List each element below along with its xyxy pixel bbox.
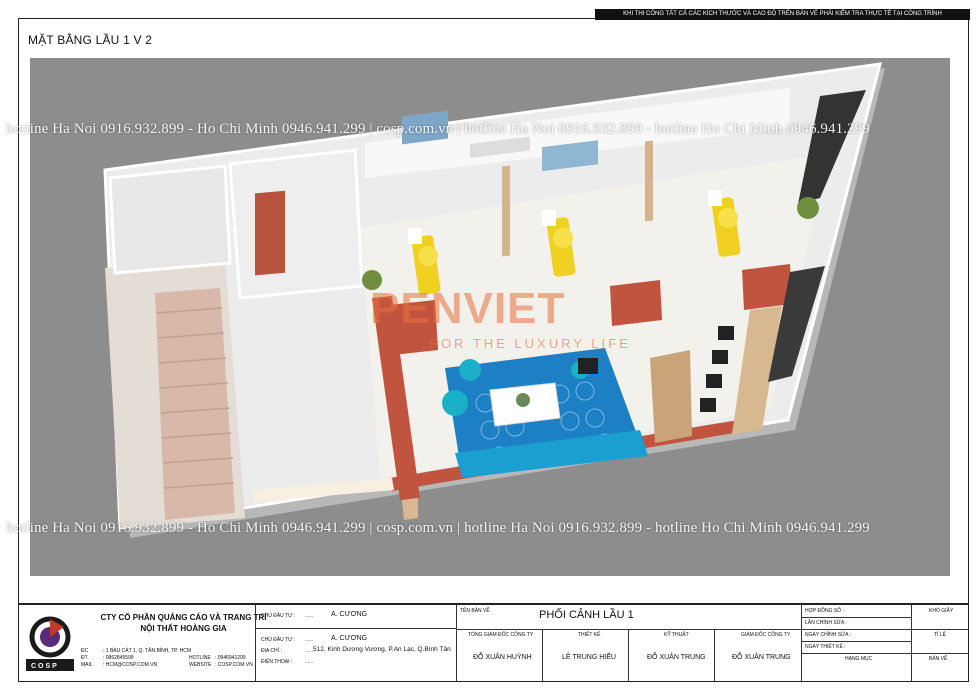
owner-label: CHỦ ĐẦU TƯ : <box>261 637 296 643</box>
contract-label: HỢP ĐỒNG SỐ : <box>805 608 844 614</box>
drawing-name-label: TÊN BẢN VẼ <box>460 608 490 614</box>
role-name-3: ĐỖ XUÂN TRUNG <box>647 654 706 661</box>
plant-1 <box>362 270 382 290</box>
plant-2 <box>797 197 819 219</box>
category-label: HẠNG MỤC <box>845 656 873 662</box>
role-name-4: ĐỖ XUÂN TRUNG <box>732 654 791 661</box>
waiting-chair-2 <box>712 350 728 364</box>
logo-text: COSP <box>31 663 59 670</box>
address-value: : 1 BÀU CÁT 1, Q. TÂN BÌNH, TP. HCM <box>103 648 191 654</box>
lounge-chair <box>578 358 598 374</box>
role-name-1: ĐỖ XUÂN HUỲNH <box>473 654 532 661</box>
website-value: : COSP.COM.VN <box>215 662 253 668</box>
door-frame <box>402 498 418 520</box>
revision-date-label: NGÀY CHỈNH SỬA : <box>805 632 852 638</box>
investor-name: A. CƯƠNG <box>331 611 368 618</box>
location-label: ĐỊA CHỈ : <box>261 648 282 654</box>
role-label-4: GIÁM ĐỐC CÔNG TY <box>741 632 791 638</box>
hotline-value: : 0946941299 <box>215 655 246 661</box>
role-label-1: TỔNG GIÁM ĐỐC CÔNG TY <box>468 632 534 638</box>
phone-label: ĐIỆN THOẠI : <box>261 659 293 665</box>
scale-label: TỈ LỆ <box>934 632 946 638</box>
design-date-label: NGÀY THIẾT KẾ : <box>805 644 846 650</box>
counter-1 <box>380 300 438 356</box>
hotline-watermark-bottom: hotline Ha Noi 0916.932.899 - Ho Chi Min… <box>6 520 870 536</box>
role-label-3: KỸ THUẬT <box>664 632 689 638</box>
basin-1 <box>408 228 422 244</box>
drawing-sheet: KHI THI CÔNG TẤT CẢ CÁC KÍCH THƯỚC VÀ CA… <box>0 0 980 693</box>
pouf-2 <box>459 359 481 381</box>
tel-value: : 0862845599 <box>103 655 134 661</box>
revision-label: LẦN CHỈNH SỬA : <box>805 620 847 626</box>
drawing-title: MẶT BẰNG LẦU 1 V 2 <box>28 33 153 47</box>
divider <box>255 605 256 681</box>
counter-2 <box>610 280 662 326</box>
investor-dots: ...... <box>305 613 314 619</box>
title-block: COSP CTY CỔ PHẦN QUẢNG CÁO VÀ TRANG TRÍ … <box>18 604 969 682</box>
owner-name: A. CƯƠNG <box>331 635 368 642</box>
wash-counter <box>255 190 285 276</box>
wash-room <box>228 148 364 300</box>
waiting-chair-1 <box>718 326 734 340</box>
website-label: WEBSITE <box>189 662 212 668</box>
hotline-label: HOTLINE <box>189 655 211 661</box>
location-value: 512, Kinh Dương Vương, P.An Lạc, Q.Bình … <box>313 646 451 653</box>
wood-slat-wall <box>650 350 692 443</box>
investor-label: CHỦ ĐẦU TƯ : <box>261 613 296 619</box>
role-label-2: THIẾT KẾ <box>578 632 601 638</box>
basin-3 <box>708 190 722 206</box>
owner-dots: ...... <box>305 637 314 643</box>
drawing-name: PHỐI CẢNH LẦU 1 <box>539 609 634 621</box>
tel-label: ĐT <box>81 655 88 661</box>
storage-room <box>108 164 232 275</box>
address-label: ĐC <box>81 648 89 654</box>
role-name-2: LÊ TRUNG HIẾU <box>562 654 616 661</box>
divider-2 <box>645 140 653 222</box>
hotline-watermark-top: hotline Ha Noi 0916.932.899 - Ho Chi Min… <box>6 121 870 137</box>
table-plant <box>516 393 530 407</box>
email-label: MAIL <box>81 662 93 668</box>
sheet-label: BẢN VẼ <box>929 656 948 662</box>
waiting-chair-3 <box>706 374 722 388</box>
construction-note: KHI THI CÔNG TẤT CẢ CÁC KÍCH THƯỚC VÀ CA… <box>595 9 970 20</box>
divider-1 <box>502 165 510 257</box>
basin-2 <box>542 210 556 226</box>
company-contacts: ĐC : 1 BÀU CÁT 1, Q. TÂN BÌNH, TP. HCM Đ… <box>81 648 291 669</box>
waiting-chair-4 <box>700 398 716 412</box>
pouf-1 <box>442 390 468 416</box>
phone-dots: ...... <box>305 659 314 665</box>
email-value: : HCM@COSP.COM.VN <box>103 662 158 668</box>
paper-size-label: KHỔ GIẤY <box>929 608 954 614</box>
